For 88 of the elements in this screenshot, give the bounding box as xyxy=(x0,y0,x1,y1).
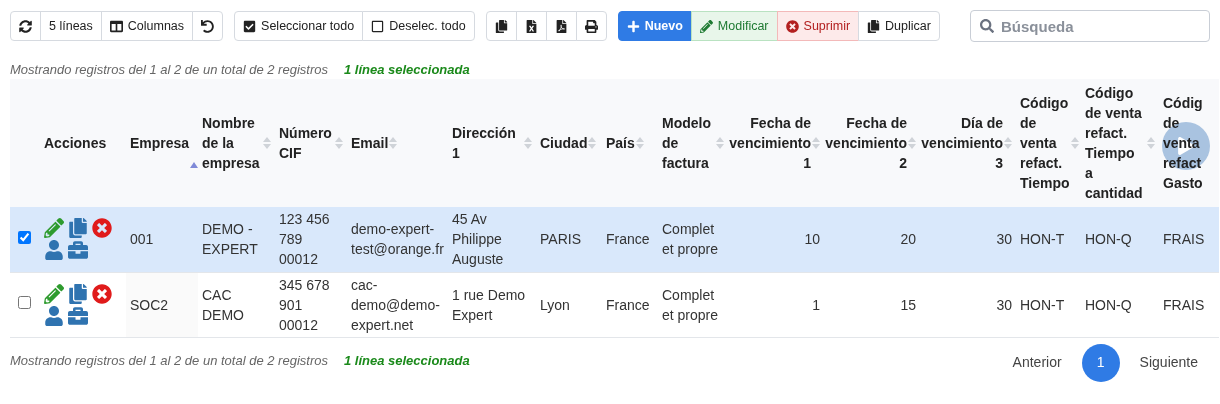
column-header[interactable]: Email xyxy=(351,133,389,153)
table-cell: 45 Av Philippe Auguste xyxy=(452,211,504,268)
copy-icon[interactable] xyxy=(68,283,88,304)
column-header[interactable]: Código de venta refact. Tiempo a cantidad xyxy=(1085,83,1146,203)
copy-button[interactable] xyxy=(485,11,517,41)
print-button[interactable] xyxy=(575,11,607,41)
copy-icon xyxy=(867,19,881,33)
table-cell: 20 xyxy=(900,231,916,248)
table-cell: 10 xyxy=(804,231,820,248)
excel-file-icon xyxy=(524,19,538,33)
table-cell: PARIS xyxy=(540,231,581,248)
toolbar-button[interactable]: Duplicar xyxy=(858,11,940,41)
table-cell: 30 xyxy=(996,296,1012,313)
table-cell: HON-T xyxy=(1020,231,1065,248)
table-cell: CAC DEMO xyxy=(202,286,244,323)
records-info: Mostrando registros del 1 al 2 de un total de 2 registros xyxy=(10,351,328,370)
column-header[interactable]: Dirección 1 xyxy=(452,123,523,163)
toolbar-button[interactable]: Modificar xyxy=(690,11,778,41)
refresh-icon xyxy=(19,19,32,33)
user-icon[interactable] xyxy=(44,240,64,261)
next-link[interactable]: Siguiente xyxy=(1129,344,1208,381)
table-cell: Complet et propre xyxy=(662,286,719,323)
table-cell: SOC2 xyxy=(130,296,169,313)
column-header[interactable]: Fecha de vencimiento 2 xyxy=(825,113,907,173)
column-header[interactable]: Fecha de vencimiento 1 xyxy=(729,113,811,173)
table-cell: HON-Q xyxy=(1085,296,1132,313)
selection-info: 1 línea seleccionada xyxy=(343,351,470,370)
refresh-button[interactable] xyxy=(10,11,41,41)
table-cell: 345 678 901 00012 xyxy=(279,276,330,333)
table-cell: France xyxy=(606,231,650,248)
pencil-icon xyxy=(699,19,713,33)
toolbar-button[interactable]: Suprimir xyxy=(776,11,860,41)
table-cell: HON-Q xyxy=(1085,231,1132,248)
column-header[interactable]: Acciones xyxy=(44,133,107,153)
toolbar-button[interactable]: Columnas xyxy=(100,11,194,41)
table-cell: HON-T xyxy=(1020,296,1065,313)
column-header[interactable]: Códig de venta refact Gasto xyxy=(1163,93,1215,193)
copy-icon[interactable] xyxy=(68,218,88,239)
undo-icon xyxy=(201,19,215,33)
table-cell: Complet et propre xyxy=(662,221,719,258)
toolbar-button[interactable]: Nuevo xyxy=(617,11,692,41)
row-checkbox[interactable] xyxy=(18,296,31,309)
columns-icon xyxy=(109,19,123,33)
table-cell: 123 456 789 00012 xyxy=(279,211,330,268)
column-header[interactable]: Modelo de factura xyxy=(662,113,715,173)
table-cell: DEMO - EXPERT xyxy=(202,221,258,258)
copy-icon xyxy=(494,19,508,33)
column-header[interactable]: País xyxy=(606,133,635,153)
table-cell: cac-demo@demo-expert.net xyxy=(351,276,440,333)
excel-file-button[interactable] xyxy=(515,11,547,41)
table-cell: FRAIS xyxy=(1163,231,1205,248)
undo-button[interactable] xyxy=(192,11,224,41)
column-header[interactable]: Nombre de la empresa xyxy=(202,113,262,173)
column-header[interactable]: Código de venta refact. Tiempo xyxy=(1020,93,1070,193)
table-cell: demo-expert-test@orange.fr xyxy=(351,221,444,258)
table-cell: 15 xyxy=(900,296,916,313)
pdf-file-icon xyxy=(554,19,568,33)
row-checkbox[interactable] xyxy=(18,230,31,244)
column-header[interactable]: Ciudad xyxy=(540,133,588,153)
column-header[interactable]: Empresa xyxy=(130,133,190,153)
page-button[interactable]: 1 xyxy=(1081,343,1120,382)
toolbar-button[interactable]: Seleccionar todo xyxy=(234,11,364,41)
column-header[interactable]: Día de vencimiento 3 xyxy=(921,113,1003,173)
table-cell: FRAIS xyxy=(1163,296,1205,313)
previous-link[interactable]: Anterior xyxy=(1002,344,1072,381)
pencil-icon[interactable] xyxy=(44,283,64,304)
toolbar-button[interactable]: Deselec. todo xyxy=(362,11,475,41)
toolbar-button[interactable]: 5 líneas xyxy=(40,11,102,41)
user-icon[interactable] xyxy=(44,305,64,326)
briefcase-icon[interactable] xyxy=(68,240,88,261)
search-field[interactable]: Búsqueda xyxy=(970,10,1210,42)
table-cell: France xyxy=(606,296,650,313)
empty-box-icon xyxy=(371,19,385,33)
records-info: Mostrando registros del 1 al 2 de un total de 2 registros xyxy=(10,61,328,79)
checked-box-icon xyxy=(243,19,257,33)
table-cell: Lyon xyxy=(540,296,570,313)
pencil-icon[interactable] xyxy=(44,218,64,239)
pdf-file-button[interactable] xyxy=(545,11,577,41)
table-cell: 001 xyxy=(130,231,154,248)
table-cell: 1 rue Demo Expert xyxy=(452,286,526,323)
selection-info: 1 línea seleccionada xyxy=(343,61,470,79)
plus-icon xyxy=(626,19,640,33)
print-icon xyxy=(584,19,598,33)
search-icon xyxy=(980,19,994,33)
table-cell: 30 xyxy=(996,231,1012,248)
column-header[interactable]: Número CIF xyxy=(279,123,334,163)
briefcase-icon[interactable] xyxy=(68,305,88,326)
table-cell: 1 xyxy=(812,296,820,313)
